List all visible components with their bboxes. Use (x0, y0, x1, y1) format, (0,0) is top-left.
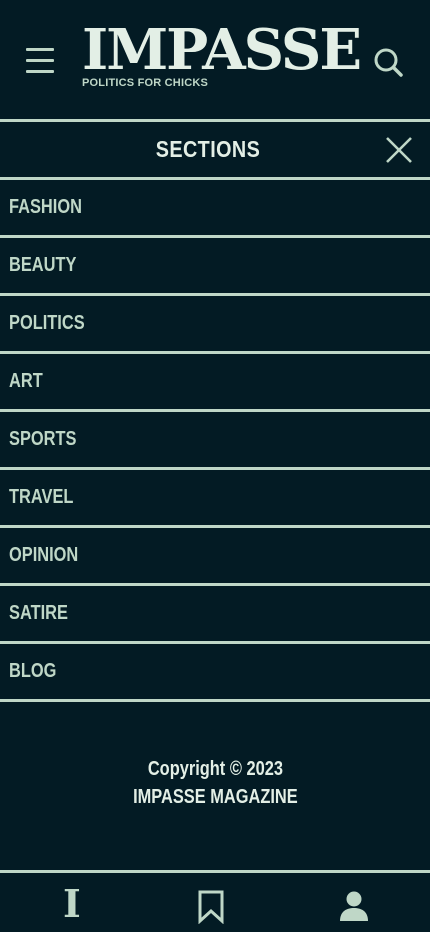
copyright-text: Copyright © 2023 (0, 758, 430, 781)
bookmark-icon[interactable] (197, 890, 225, 924)
sections-bar: SECTIONS (0, 122, 430, 177)
menu-item-politics[interactable]: POLITICS (0, 296, 430, 354)
menu-item-beauty[interactable]: BEAUTY (0, 238, 430, 296)
menu-item-art[interactable]: ART (0, 354, 430, 412)
menu-item-label: POLITICS (9, 312, 85, 334)
search-icon[interactable] (372, 46, 404, 78)
menu-item-opinion[interactable]: OPINION (0, 528, 430, 586)
sections-title: SECTIONS (155, 136, 261, 162)
close-icon[interactable] (384, 135, 414, 165)
menu-item-label: FASHION (9, 196, 82, 218)
menu-item-label: SPORTS (9, 428, 77, 450)
menu-item-label: ART (9, 370, 43, 392)
menu-item-label: BLOG (9, 660, 57, 682)
company-label: IMPASSE MAGAZINE (132, 786, 298, 808)
copyright-label: Copyright © 2023 (147, 758, 283, 780)
menu-item-satire[interactable]: SATIRE (0, 586, 430, 644)
site-logo[interactable]: IMPASSE (82, 22, 362, 78)
site-header: IMPASSE POLITICS FOR CHICKS (0, 0, 430, 119)
sections-menu: FASHION BEAUTY POLITICS ART SPORTS TRAVE… (0, 180, 430, 702)
menu-item-sports[interactable]: SPORTS (0, 412, 430, 470)
menu-item-label: SATIRE (9, 602, 68, 624)
menu-item-label: TRAVEL (9, 486, 74, 508)
bottom-nav: I (0, 873, 430, 932)
hamburger-menu-icon[interactable] (26, 48, 56, 76)
menu-item-label: BEAUTY (9, 254, 77, 276)
menu-item-fashion[interactable]: FASHION (0, 180, 430, 238)
menu-item-label: OPINION (9, 544, 79, 566)
menu-item-blog[interactable]: BLOG (0, 644, 430, 702)
menu-item-travel[interactable]: TRAVEL (0, 470, 430, 528)
home-logo-icon[interactable]: I (63, 885, 81, 923)
company-name: IMPASSE MAGAZINE (0, 786, 430, 809)
site-tagline: POLITICS FOR CHICKS (82, 77, 209, 89)
user-account-icon[interactable] (339, 890, 369, 922)
